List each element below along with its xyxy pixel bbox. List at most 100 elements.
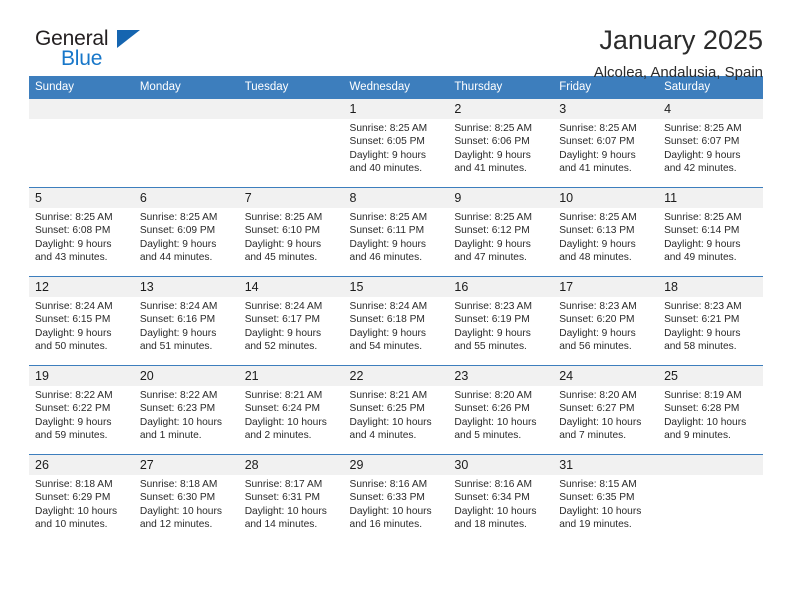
calendar-day-cell[interactable]: 17 Sunrise: 8:23 AM Sunset: 6:20 PM Dayligh… <box>553 276 659 366</box>
sunrise-text: Sunrise: 8:25 AM <box>664 212 742 223</box>
day-number: 3 <box>553 99 659 119</box>
day-box: 29 Sunrise: 8:16 AM Sunset: 6:33 PM Dayligh… <box>343 455 449 544</box>
brand-logo[interactable]: General Blue <box>29 26 159 72</box>
day-details: Sunrise: 8:25 AM Sunset: 6:07 PM Daylight:… <box>553 119 658 176</box>
day-details: Sunrise: 8:25 AM Sunset: 6:06 PM Daylight:… <box>448 119 553 176</box>
location-subtitle: Alcolea, Andalusia, Spain <box>593 63 763 81</box>
day-box: 14 Sunrise: 8:24 AM Sunset: 6:17 PM Dayligh… <box>238 277 344 365</box>
sunrise-text: Sunrise: 8:25 AM <box>454 212 532 223</box>
sunrise-text: Sunrise: 8:23 AM <box>454 301 532 312</box>
day-box: 22 Sunrise: 8:21 AM Sunset: 6:25 PM Dayligh… <box>343 366 449 454</box>
daylight-text-line1: Daylight: 9 hours <box>139 238 217 250</box>
day-box: 17 Sunrise: 8:23 AM Sunset: 6:20 PM Dayligh… <box>553 277 659 365</box>
daylight-text-line1: Daylight: 9 hours <box>35 416 112 428</box>
daylight-text-line1: Daylight: 9 hours <box>454 238 531 250</box>
sunset-text: Sunset: 6:09 PM <box>139 225 216 237</box>
calendar-table: Sunday Monday Tuesday Wednesday Thursday Frid… <box>29 76 763 544</box>
calendar-day-cell[interactable]: 29 Sunrise: 8:16 AM Sunset: 6:33 PM Dayligh… <box>343 454 449 544</box>
day-box <box>29 99 134 187</box>
calendar-day-cell[interactable]: 5 Sunrise: 8:25 AM Sunset: 6:08 PM Daylight… <box>29 187 134 277</box>
day-details: Sunrise: 8:24 AM Sunset: 6:18 PM Daylight:… <box>344 297 449 354</box>
calendar-day-cell[interactable]: 10 Sunrise: 8:25 AM Sunset: 6:13 PM Dayligh… <box>553 187 659 277</box>
calendar-day-cell[interactable]: 22 Sunrise: 8:21 AM Sunset: 6:25 PM Dayligh… <box>343 365 449 455</box>
day-box: 16 Sunrise: 8:23 AM Sunset: 6:19 PM Dayligh… <box>448 277 554 365</box>
daylight-text-line2: and 46 minutes. <box>349 252 423 264</box>
calendar-day-cell[interactable]: 21 Sunrise: 8:21 AM Sunset: 6:24 PM Dayligh… <box>238 365 344 455</box>
calendar-day-cell[interactable]: 1 Sunrise: 8:25 AM Sunset: 6:05 PM Daylight… <box>343 98 449 188</box>
calendar-day-cell[interactable]: 9 Sunrise: 8:25 AM Sunset: 6:12 PM Daylight… <box>448 187 554 277</box>
calendar-day-cell[interactable]: 19 Sunrise: 8:22 AM Sunset: 6:22 PM Dayligh… <box>29 365 134 455</box>
sunset-text: Sunset: 6:19 PM <box>454 314 530 326</box>
day-number: 17 <box>553 277 659 297</box>
day-box: 12 Sunrise: 8:24 AM Sunset: 6:15 PM Dayligh… <box>29 277 134 365</box>
daylight-text-line2: and 59 minutes. <box>35 430 108 442</box>
calendar-day-cell[interactable]: 3 Sunrise: 8:25 AM Sunset: 6:07 PM Daylight… <box>553 98 659 188</box>
calendar-day-cell[interactable]: 30 Sunrise: 8:16 AM Sunset: 6:34 PM Dayligh… <box>448 454 554 544</box>
day-number: 27 <box>133 455 239 475</box>
day-box: 28 Sunrise: 8:17 AM Sunset: 6:31 PM Dayligh… <box>238 455 344 544</box>
calendar-day-cell[interactable]: 26 Sunrise: 8:18 AM Sunset: 6:29 PM Dayligh… <box>29 454 134 544</box>
daylight-text-line1: Daylight: 10 hours <box>664 416 747 428</box>
sunrise-text: Sunrise: 8:25 AM <box>244 212 323 223</box>
daylight-text-line2: and 1 minute. <box>139 430 202 442</box>
day-box: 18 Sunrise: 8:23 AM Sunset: 6:21 PM Dayligh… <box>658 277 763 365</box>
calendar-day-cell[interactable]: 6 Sunrise: 8:25 AM Sunset: 6:09 PM Daylight… <box>133 187 239 277</box>
day-details: Sunrise: 8:25 AM Sunset: 6:11 PM Daylight:… <box>344 208 449 265</box>
sunrise-text: Sunrise: 8:25 AM <box>349 212 428 223</box>
calendar-day-cell[interactable]: 18 Sunrise: 8:23 AM Sunset: 6:21 PM Dayligh… <box>658 276 763 366</box>
calendar-week-row: 19 Sunrise: 8:22 AM Sunset: 6:22 PM Dayligh… <box>29 365 763 455</box>
daylight-text-line2: and 18 minutes. <box>454 519 527 531</box>
day-details: Sunrise: 8:16 AM Sunset: 6:33 PM Daylight:… <box>344 475 449 532</box>
brand-name-top: General <box>35 27 109 50</box>
daylight-text-line1: Daylight: 10 hours <box>559 416 642 428</box>
calendar-day-cell[interactable]: 27 Sunrise: 8:18 AM Sunset: 6:30 PM Dayligh… <box>133 454 239 544</box>
day-number: 21 <box>238 366 344 386</box>
sunset-text: Sunset: 6:22 PM <box>35 403 111 415</box>
daylight-text-line2: and 41 minutes. <box>559 163 632 175</box>
day-box: 9 Sunrise: 8:25 AM Sunset: 6:12 PM Daylight… <box>448 188 554 276</box>
day-number <box>658 455 763 475</box>
calendar-day-cell[interactable]: 4 Sunrise: 8:25 AM Sunset: 6:07 PM Daylight… <box>658 98 763 188</box>
day-number: 22 <box>343 366 449 386</box>
day-number: 2 <box>448 99 554 119</box>
calendar-day-cell[interactable]: 25 Sunrise: 8:19 AM Sunset: 6:28 PM Dayligh… <box>658 365 763 455</box>
daylight-text-line2: and 51 minutes. <box>139 341 213 353</box>
daylight-text-line2: and 49 minutes. <box>664 252 737 264</box>
calendar-day-cell[interactable]: 15 Sunrise: 8:24 AM Sunset: 6:18 PM Dayligh… <box>343 276 449 366</box>
sunrise-text: Sunrise: 8:25 AM <box>559 212 637 223</box>
sunrise-text: Sunrise: 8:22 AM <box>35 390 113 401</box>
day-box: 8 Sunrise: 8:25 AM Sunset: 6:11 PM Daylight… <box>343 188 449 276</box>
day-number: 7 <box>238 188 344 208</box>
day-number <box>29 99 134 119</box>
day-number: 24 <box>553 366 659 386</box>
calendar-day-cell[interactable]: 31 Sunrise: 8:15 AM Sunset: 6:35 PM Dayligh… <box>553 454 659 544</box>
day-details: Sunrise: 8:23 AM Sunset: 6:20 PM Daylight:… <box>553 297 658 354</box>
calendar-day-cell[interactable]: 14 Sunrise: 8:24 AM Sunset: 6:17 PM Dayligh… <box>238 276 344 366</box>
daylight-text-line1: Daylight: 9 hours <box>349 149 426 161</box>
sunrise-text: Sunrise: 8:25 AM <box>139 212 218 223</box>
calendar-day-cell[interactable]: 11 Sunrise: 8:25 AM Sunset: 6:14 PM Dayligh… <box>658 187 763 277</box>
day-details: Sunrise: 8:18 AM Sunset: 6:30 PM Daylight:… <box>134 475 239 532</box>
day-details: Sunrise: 8:20 AM Sunset: 6:27 PM Daylight:… <box>553 386 658 443</box>
day-details: Sunrise: 8:17 AM Sunset: 6:31 PM Daylight:… <box>239 475 344 532</box>
calendar-day-cell[interactable]: 24 Sunrise: 8:20 AM Sunset: 6:27 PM Dayligh… <box>553 365 659 455</box>
calendar-day-cell[interactable]: 28 Sunrise: 8:17 AM Sunset: 6:31 PM Dayligh… <box>238 454 344 544</box>
daylight-text-line2: and 41 minutes. <box>454 163 527 175</box>
calendar-day-cell[interactable]: 13 Sunrise: 8:24 AM Sunset: 6:16 PM Dayligh… <box>133 276 239 366</box>
daylight-text-line2: and 42 minutes. <box>664 163 737 175</box>
day-number: 15 <box>343 277 449 297</box>
daylight-text-line2: and 14 minutes. <box>244 519 318 531</box>
calendar-day-cell[interactable]: 7 Sunrise: 8:25 AM Sunset: 6:10 PM Daylight… <box>238 187 344 277</box>
sunrise-text: Sunrise: 8:24 AM <box>139 301 218 312</box>
daylight-text-line1: Daylight: 9 hours <box>349 238 426 250</box>
day-number: 30 <box>448 455 554 475</box>
sunrise-text: Sunrise: 8:24 AM <box>349 301 428 312</box>
calendar-day-cell[interactable]: 2 Sunrise: 8:25 AM Sunset: 6:06 PM Daylight… <box>448 98 554 188</box>
calendar-day-cell[interactable]: 12 Sunrise: 8:24 AM Sunset: 6:15 PM Dayligh… <box>29 276 134 366</box>
calendar-day-cell[interactable]: 20 Sunrise: 8:22 AM Sunset: 6:23 PM Dayligh… <box>133 365 239 455</box>
calendar-day-cell[interactable]: 16 Sunrise: 8:23 AM Sunset: 6:19 PM Dayligh… <box>448 276 554 366</box>
day-number: 28 <box>238 455 344 475</box>
page-header: General Blue January 2025 Alcolea, Andal… <box>29 0 763 80</box>
calendar-day-cell[interactable]: 8 Sunrise: 8:25 AM Sunset: 6:11 PM Daylight… <box>343 187 449 277</box>
calendar-day-cell[interactable]: 23 Sunrise: 8:20 AM Sunset: 6:26 PM Dayligh… <box>448 365 554 455</box>
